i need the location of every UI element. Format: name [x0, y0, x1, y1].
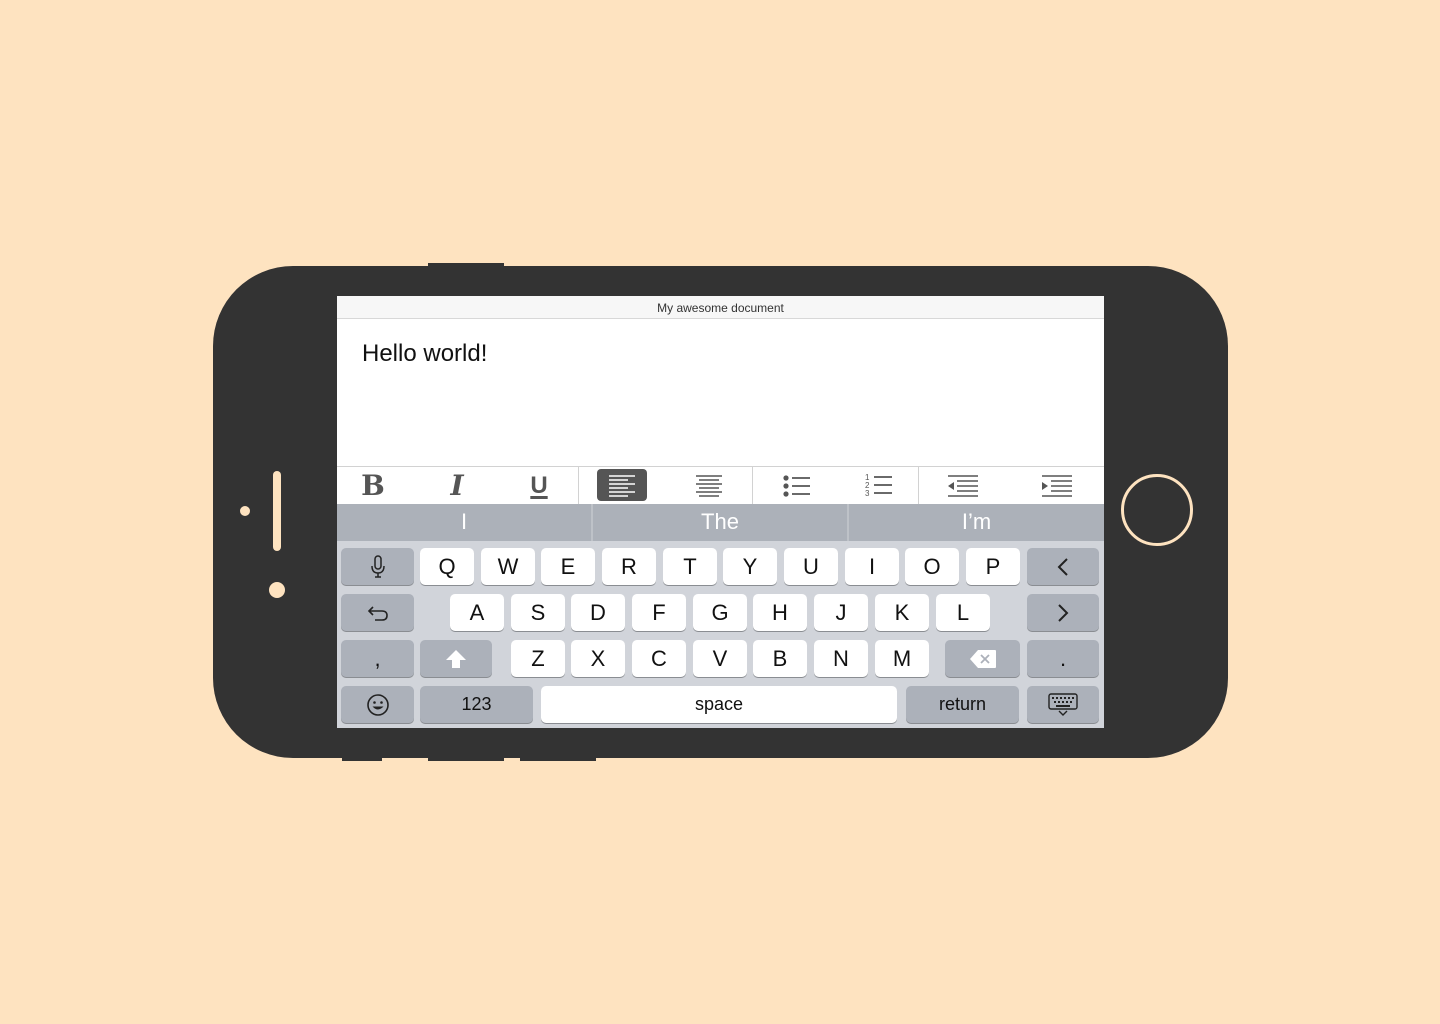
key-p[interactable]: P — [966, 548, 1020, 585]
outdent-icon — [948, 474, 978, 497]
key-f[interactable]: F — [632, 594, 686, 631]
key-m[interactable]: M — [875, 640, 929, 677]
backspace-icon — [969, 649, 996, 668]
key-g[interactable]: G — [693, 594, 747, 631]
key-e[interactable]: E — [541, 548, 595, 585]
return-key[interactable]: return — [906, 686, 1019, 723]
underline-icon: U — [530, 471, 548, 499]
bulleted-list-button[interactable] — [777, 467, 817, 504]
key-x[interactable]: X — [571, 640, 625, 677]
formatting-toolbar: B I U 1 2 3 — [337, 466, 1104, 504]
key-o[interactable]: O — [905, 548, 959, 585]
key-n[interactable]: N — [814, 640, 868, 677]
bold-icon: B — [361, 469, 385, 502]
dictation-key[interactable] — [341, 548, 414, 585]
shift-key[interactable] — [420, 640, 492, 677]
key-u[interactable]: U — [784, 548, 838, 585]
key-j[interactable]: J — [814, 594, 868, 631]
italic-button[interactable]: I — [435, 467, 479, 504]
key-s[interactable]: S — [511, 594, 565, 631]
key-v[interactable]: V — [693, 640, 747, 677]
front-camera — [240, 506, 250, 516]
key-t[interactable]: T — [663, 548, 717, 585]
key-k[interactable]: K — [875, 594, 929, 631]
cursor-left-key[interactable] — [1027, 548, 1099, 585]
toolbar-divider — [578, 467, 579, 504]
sensor-dot — [269, 582, 285, 598]
indent-icon — [1042, 474, 1072, 497]
key-a[interactable]: A — [450, 594, 504, 631]
keyboard-dismiss-icon — [1048, 692, 1078, 716]
align-left-button[interactable] — [597, 467, 647, 504]
bold-button[interactable]: B — [351, 467, 395, 504]
indent-button[interactable] — [1037, 467, 1077, 504]
suggestion-1[interactable]: I — [337, 504, 591, 541]
key-b[interactable]: B — [753, 640, 807, 677]
key-z[interactable]: Z — [511, 640, 565, 677]
period-key[interactable]: . — [1027, 640, 1099, 677]
outdent-button[interactable] — [943, 467, 983, 504]
key-c[interactable]: C — [632, 640, 686, 677]
key-d[interactable]: D — [571, 594, 625, 631]
document-body-text[interactable]: Hello world! — [362, 340, 487, 368]
dismiss-keyboard-key[interactable] — [1027, 686, 1099, 723]
screen: My awesome document Hello world! B I U 1… — [337, 296, 1104, 728]
suggestion-bar: I The I’m — [337, 504, 1104, 541]
bulleted-list-icon — [783, 474, 810, 497]
home-button[interactable] — [1121, 474, 1193, 546]
suggestion-3[interactable]: I’m — [849, 504, 1104, 541]
undo-icon — [367, 605, 388, 621]
key-i[interactable]: I — [845, 548, 899, 585]
numbers-key[interactable]: 123 — [420, 686, 533, 723]
align-center-icon — [696, 474, 722, 497]
chevron-left-icon — [1057, 557, 1068, 576]
chevron-right-icon — [1058, 603, 1069, 622]
numbered-list-icon: 123 — [865, 473, 892, 498]
key-r[interactable]: R — [602, 548, 656, 585]
microphone-icon — [370, 554, 385, 578]
align-center-button[interactable] — [689, 467, 729, 504]
emoji-icon — [366, 693, 389, 716]
key-q[interactable]: Q — [420, 548, 474, 585]
toolbar-divider — [918, 467, 919, 504]
italic-icon: I — [450, 469, 464, 502]
emoji-key[interactable] — [341, 686, 414, 723]
undo-key[interactable] — [341, 594, 414, 631]
numbered-list-button[interactable]: 123 — [859, 467, 899, 504]
keyboard: Q W E R T Y U I O P A S D F G H J K L , … — [337, 541, 1104, 728]
document-title: My awesome document — [337, 296, 1104, 319]
comma-key[interactable]: , — [341, 640, 414, 677]
suggestion-2[interactable]: The — [593, 504, 847, 541]
key-w[interactable]: W — [481, 548, 535, 585]
side-button-bottom-1 — [342, 755, 382, 761]
underline-button[interactable]: U — [517, 467, 561, 504]
side-button-bottom-2 — [428, 755, 504, 761]
cursor-right-key[interactable] — [1027, 594, 1099, 631]
speaker-slot — [273, 471, 281, 551]
key-l[interactable]: L — [936, 594, 990, 631]
volume-button-top — [428, 263, 504, 269]
key-y[interactable]: Y — [723, 548, 777, 585]
delete-key[interactable] — [945, 640, 1020, 677]
toolbar-divider — [752, 467, 753, 504]
svg-text:3: 3 — [865, 489, 870, 498]
side-button-bottom-3 — [520, 755, 596, 761]
space-key[interactable]: space — [541, 686, 897, 723]
shift-arrow-icon — [446, 649, 466, 668]
align-left-icon — [609, 474, 635, 497]
key-h[interactable]: H — [753, 594, 807, 631]
